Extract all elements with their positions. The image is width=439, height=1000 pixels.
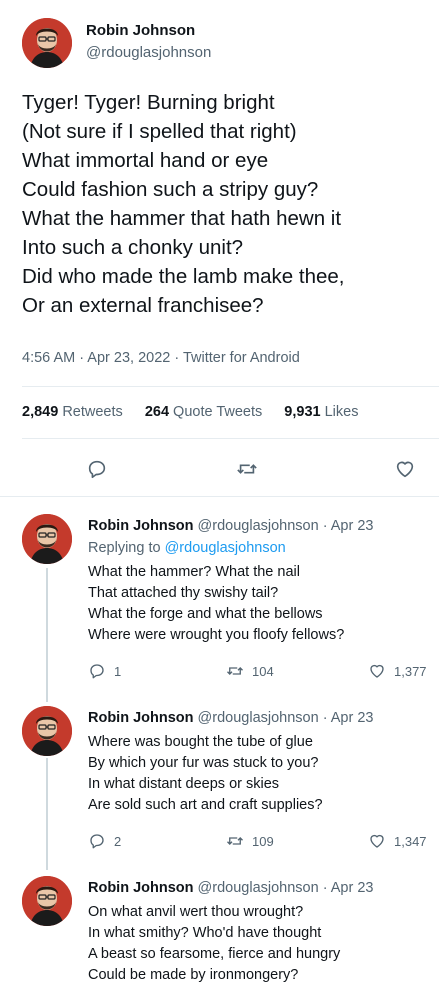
like-button[interactable]: 1,347 — [368, 832, 427, 850]
author-name[interactable]: Robin Johnson — [88, 880, 194, 896]
tweet-line: (Not sure if I spelled that right) — [22, 120, 297, 143]
avatar-image — [22, 876, 72, 926]
author-handle[interactable]: @rdouglasjohnson — [86, 44, 211, 61]
reply-button[interactable]: 2 — [88, 832, 121, 850]
retweet-button[interactable]: 109 — [226, 832, 274, 850]
avatar[interactable] — [22, 514, 72, 564]
thread-line — [46, 568, 48, 702]
reply-icon — [88, 662, 106, 680]
thread-line — [46, 758, 48, 870]
tweet-timestamp[interactable]: 4:56 AM · Apr 23, 2022 · Twitter for And… — [22, 350, 300, 366]
like-icon[interactable] — [394, 458, 416, 480]
avatar-image — [22, 514, 72, 564]
avatar-image — [22, 706, 72, 756]
reply-text: On what anvil wert thou wrought? In what… — [88, 904, 341, 983]
avatar[interactable] — [22, 18, 72, 68]
replying-to: Replying to @rdouglasjohnson — [88, 540, 286, 556]
author-name[interactable]: Robin Johnson — [86, 22, 195, 39]
avatar-image — [22, 18, 72, 68]
avatar[interactable] — [22, 706, 72, 756]
author-handle-date[interactable]: @rdouglasjohnson · Apr 23 — [198, 710, 374, 726]
divider — [0, 496, 439, 497]
author-name[interactable]: Robin Johnson — [88, 710, 194, 726]
avatar[interactable] — [22, 876, 72, 926]
tweet-line: Did who made the lamb make thee, — [22, 265, 345, 288]
retweet-icon — [226, 832, 244, 850]
author-handle-date[interactable]: @rdouglasjohnson · Apr 23 — [198, 518, 374, 534]
reply-header: Robin Johnson @rdouglasjohnson · Apr 23 — [88, 880, 374, 896]
tweet-stats: 2,849 Retweets 264 Quote Tweets 9,931 Li… — [22, 404, 376, 420]
tweet-line: Tyger! Tyger! Burning bright — [22, 91, 275, 114]
reply-header: Robin Johnson @rdouglasjohnson · Apr 23 — [88, 518, 374, 534]
reply-button[interactable]: 1 — [88, 662, 121, 680]
divider — [22, 386, 439, 387]
tweet-line: Into such a chonky unit? — [22, 236, 244, 259]
divider — [22, 438, 439, 439]
replying-to-link[interactable]: @rdouglasjohnson — [165, 540, 286, 556]
tweet-line: What the hammer that hath hewn it — [22, 207, 342, 230]
reply-text: Where was bought the tube of glue By whi… — [88, 734, 323, 813]
retweets-stat[interactable]: 2,849 Retweets — [22, 404, 123, 420]
retweet-icon[interactable] — [236, 458, 258, 480]
author-name[interactable]: Robin Johnson — [88, 518, 194, 534]
heart-icon — [368, 832, 386, 850]
tweet-line: Could fashion such a stripy guy? — [22, 178, 319, 201]
author-handle-date[interactable]: @rdouglasjohnson · Apr 23 — [198, 880, 374, 896]
tweet-text: Tyger! Tyger! Burning bright (Not sure i… — [22, 88, 432, 320]
likes-stat[interactable]: 9,931 Likes — [284, 404, 358, 420]
tweet-line: Or an external franchisee? — [22, 294, 264, 317]
retweet-button[interactable]: 104 — [226, 662, 274, 680]
reply-icon — [88, 832, 106, 850]
heart-icon — [368, 662, 386, 680]
like-button[interactable]: 1,377 — [368, 662, 427, 680]
quote-tweets-stat[interactable]: 264 Quote Tweets — [145, 404, 262, 420]
tweet-line: What immortal hand or eye — [22, 149, 269, 172]
reply-icon[interactable] — [86, 458, 108, 480]
retweet-icon — [226, 662, 244, 680]
reply-header: Robin Johnson @rdouglasjohnson · Apr 23 — [88, 710, 374, 726]
reply-text: What the hammer? What the nail That atta… — [88, 564, 345, 643]
